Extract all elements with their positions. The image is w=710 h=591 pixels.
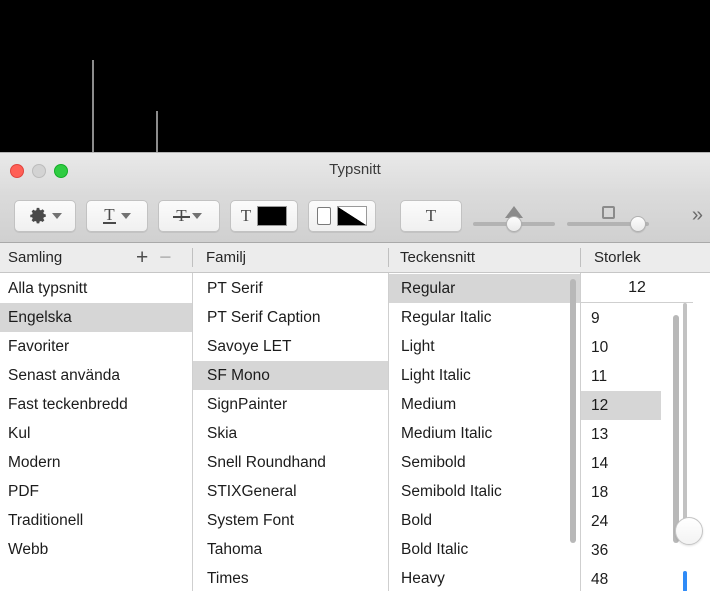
screenshot-root: Typsnitt T T T T » Samling + − Familj Te…: [0, 0, 710, 591]
strikethrough-text-icon: T: [173, 205, 191, 225]
typeface-scrollbar[interactable]: [570, 279, 576, 543]
text-shadow-icon: T: [425, 205, 437, 225]
document-color-swatch: [337, 205, 367, 226]
list-item[interactable]: 12: [581, 391, 661, 420]
collection-add-remove-group: + −: [136, 243, 172, 272]
document-color-button[interactable]: [308, 199, 376, 232]
family-column: PT Serif PT Serif Caption Savoye LET SF …: [192, 273, 388, 591]
list-item[interactable]: Bold Italic: [389, 535, 580, 564]
list-item[interactable]: 11: [581, 362, 661, 391]
shadow-offset-slider[interactable]: [566, 205, 650, 232]
list-item[interactable]: Snell Roundhand: [193, 448, 388, 477]
shadow-offset-track[interactable]: [567, 216, 649, 232]
list-item[interactable]: 10: [581, 333, 661, 362]
list-item[interactable]: Savoye LET: [193, 332, 388, 361]
list-item[interactable]: Bold: [389, 506, 580, 535]
collection-column: Alla typsnitt Engelska Favoriter Senast …: [0, 273, 192, 591]
list-item[interactable]: Senast använda: [0, 361, 192, 390]
column-header-size: Storlek: [580, 243, 710, 272]
document-icon: [317, 206, 331, 225]
list-item[interactable]: 13: [581, 420, 661, 449]
list-item[interactable]: PDF: [0, 477, 192, 506]
chevron-down-icon: [120, 212, 131, 219]
list-item[interactable]: Modern: [0, 448, 192, 477]
collection-list[interactable]: Alla typsnitt Engelska Favoriter Senast …: [0, 273, 192, 564]
column-header-collection: Samling + −: [0, 243, 192, 272]
size-slider-knob[interactable]: [675, 517, 703, 545]
list-item[interactable]: STIXGeneral: [193, 477, 388, 506]
strikethrough-button[interactable]: T: [158, 199, 220, 232]
text-shadow-button[interactable]: T: [400, 199, 462, 232]
chevron-down-icon: [191, 212, 202, 219]
column-header-collection-label: Samling: [8, 249, 63, 266]
size-column: 12 9 10 11 12 13 14 18 24 36 48: [580, 273, 710, 591]
list-item[interactable]: Light: [389, 332, 580, 361]
list-item[interactable]: Semibold: [389, 448, 580, 477]
chevron-down-icon: [51, 212, 62, 219]
column-header-size-label: Storlek: [594, 249, 641, 266]
underline-button[interactable]: T: [86, 199, 148, 232]
column-header-typeface: Teckensnitt: [388, 243, 580, 272]
text-color-swatch: [257, 205, 288, 226]
list-item[interactable]: SignPainter: [193, 390, 388, 419]
list-item[interactable]: Webb: [0, 535, 192, 564]
list-item[interactable]: Medium Italic: [389, 419, 580, 448]
shadow-blur-track[interactable]: [473, 216, 555, 232]
list-item[interactable]: Times: [193, 564, 388, 591]
list-item[interactable]: 18: [581, 478, 661, 507]
toolbar: T T T T »: [0, 189, 710, 243]
list-item[interactable]: Traditionell: [0, 506, 192, 535]
shadow-offset-knob[interactable]: [630, 216, 646, 232]
list-item[interactable]: Engelska: [0, 303, 192, 332]
list-item[interactable]: 48: [581, 565, 661, 591]
gear-icon: [29, 207, 46, 223]
list-item[interactable]: System Font: [193, 506, 388, 535]
text-color-icon: T: [240, 205, 252, 225]
size-slider[interactable]: [675, 303, 703, 591]
list-item[interactable]: Tahoma: [193, 535, 388, 564]
typeface-column: Regular Regular Italic Light Light Itali…: [388, 273, 580, 591]
size-slider-track: [683, 303, 687, 521]
list-item[interactable]: Semibold Italic: [389, 477, 580, 506]
list-item[interactable]: PT Serif: [193, 274, 388, 303]
list-item[interactable]: Fast teckenbredd: [0, 390, 192, 419]
list-item[interactable]: 14: [581, 449, 661, 478]
size-input[interactable]: 12: [581, 273, 693, 303]
list-item[interactable]: Light Italic: [389, 361, 580, 390]
list-item[interactable]: 24: [581, 507, 661, 536]
typeface-list[interactable]: Regular Regular Italic Light Light Itali…: [389, 273, 580, 591]
font-panel-window: Typsnitt T T T T » Samling + − Familj Te…: [0, 152, 710, 591]
column-header-family-label: Familj: [206, 249, 246, 266]
toolbar-overflow-button[interactable]: »: [692, 204, 703, 227]
column-header-family: Familj: [192, 243, 388, 272]
columns-body: Alla typsnitt Engelska Favoriter Senast …: [0, 273, 710, 591]
square-icon: [601, 205, 615, 219]
titlebar: Typsnitt: [0, 153, 710, 189]
list-item[interactable]: Heavy: [389, 564, 580, 591]
list-item[interactable]: 36: [581, 536, 661, 565]
family-list[interactable]: PT Serif PT Serif Caption Savoye LET SF …: [193, 273, 388, 591]
list-item[interactable]: Alla typsnitt: [0, 274, 192, 303]
underline-text-icon: T: [103, 205, 116, 224]
list-item[interactable]: Kul: [0, 419, 192, 448]
remove-collection-button[interactable]: −: [159, 247, 171, 268]
action-gear-button[interactable]: [14, 199, 76, 232]
list-item[interactable]: PT Serif Caption: [193, 303, 388, 332]
list-item[interactable]: Regular Italic: [389, 303, 580, 332]
list-item[interactable]: Skia: [193, 419, 388, 448]
list-item[interactable]: SF Mono: [193, 361, 388, 390]
list-item[interactable]: Regular: [389, 274, 580, 303]
column-headers: Samling + − Familj Teckensnitt Storlek: [0, 243, 710, 273]
list-item[interactable]: Favoriter: [0, 332, 192, 361]
text-color-button[interactable]: T: [230, 199, 298, 232]
column-header-typeface-label: Teckensnitt: [400, 249, 476, 266]
list-item[interactable]: Medium: [389, 390, 580, 419]
size-slider-fill: [683, 571, 687, 591]
window-title: Typsnitt: [329, 161, 381, 178]
shadow-blur-knob[interactable]: [506, 216, 522, 232]
list-item[interactable]: 9: [581, 304, 661, 333]
shadow-blur-slider[interactable]: [472, 205, 556, 232]
add-collection-button[interactable]: +: [136, 247, 148, 268]
